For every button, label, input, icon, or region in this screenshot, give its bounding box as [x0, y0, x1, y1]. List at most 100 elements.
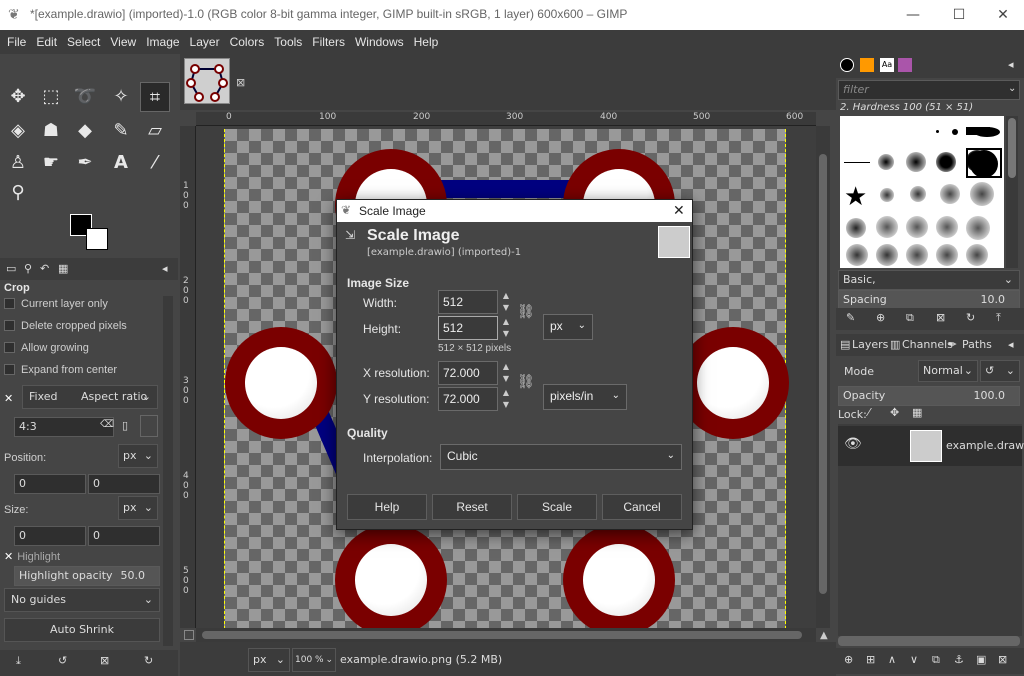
horizontal-scrollbar[interactable] — [196, 628, 816, 642]
tool-options-scrollbar[interactable] — [163, 296, 173, 646]
clone-tool-icon[interactable]: ♙ — [3, 148, 33, 178]
reset-options-icon[interactable]: ↻ — [144, 654, 153, 667]
expand-center-checkbox[interactable]: Expand from center — [4, 364, 160, 376]
move-tool-icon[interactable]: ✥ — [3, 82, 33, 112]
spacing-slider[interactable]: Spacing 10.0 — [838, 290, 1020, 310]
highlight-checkbox[interactable]: ✕ Highlight — [4, 550, 160, 563]
color-picker-tool-icon[interactable]: ⁄ — [140, 148, 170, 178]
brush-as-image-icon[interactable]: ⤒ — [996, 311, 1001, 325]
position-x-input[interactable]: 0 — [14, 474, 86, 494]
new-layer-group-icon[interactable]: ⊞ — [866, 653, 875, 666]
lasso-tool-icon[interactable]: ➰ — [70, 82, 100, 112]
position-y-input[interactable]: 0 — [88, 474, 160, 494]
delete-cropped-checkbox[interactable]: Delete cropped pixels — [4, 320, 160, 332]
duplicate-brush-icon[interactable]: ⧉ — [906, 311, 914, 325]
brush-preset-select[interactable]: Basic, ⌄ — [838, 270, 1020, 290]
vertical-scrollbar[interactable] — [816, 126, 830, 628]
tab-paths[interactable]: Paths — [962, 338, 992, 351]
scale-button[interactable]: Scale — [517, 494, 597, 520]
image-tab-thumbnail[interactable] — [184, 58, 230, 104]
bucket-fill-tool-icon[interactable]: ◆ — [70, 116, 100, 146]
menu-tools[interactable]: Tools — [269, 30, 307, 54]
device-status-tab-icon[interactable]: ⚲ — [24, 262, 32, 275]
y-resolution-input[interactable]: 72.000 — [438, 387, 498, 411]
x-resolution-spinner[interactable]: ▲ ▼ — [499, 361, 513, 385]
paths-tool-icon[interactable]: ✒ — [70, 148, 100, 178]
duplicate-layer-icon[interactable]: ⧉ — [932, 653, 940, 667]
document-history-tab-icon[interactable] — [898, 58, 912, 72]
delete-brush-icon[interactable]: ⊠ — [936, 311, 945, 324]
reset-button[interactable]: Reset — [432, 494, 512, 520]
smudge-tool-icon[interactable]: ☛ — [36, 148, 66, 178]
restore-options-icon[interactable]: ↺ — [58, 654, 67, 667]
menu-image[interactable]: Image — [141, 30, 184, 54]
portrait-icon[interactable]: ▯ — [122, 419, 128, 432]
width-input[interactable]: 512 — [438, 290, 498, 314]
minimize-button[interactable]: — — [898, 4, 928, 26]
allow-growing-checkbox[interactable]: Allow growing — [4, 342, 160, 354]
resolution-unit-select[interactable]: pixels/in ⌄ — [543, 384, 627, 410]
anchor-layer-icon[interactable]: ⚓ — [954, 653, 964, 666]
menu-edit[interactable]: Edit — [31, 30, 62, 54]
layers-hscrollbar[interactable] — [838, 636, 1020, 646]
transform-tool-icon[interactable]: ◈ — [3, 116, 33, 146]
lower-layer-icon[interactable]: ∨ — [910, 653, 918, 666]
help-button[interactable]: Help — [347, 494, 427, 520]
layer-composite-select[interactable]: ↺ ⌄ — [980, 360, 1020, 382]
guides-select[interactable]: No guides ⌄ — [4, 588, 160, 612]
height-input[interactable]: 512 — [438, 316, 498, 340]
fonts-tab-icon[interactable]: Aa — [880, 58, 894, 72]
current-layer-only-checkbox[interactable]: Current layer only — [4, 298, 160, 310]
undo-history-tab-icon[interactable]: ↶ — [40, 262, 49, 275]
chain-link-icon[interactable]: ⛓ — [517, 374, 535, 390]
x-resolution-input[interactable]: 72.000 — [438, 361, 498, 385]
configure-tab-icon[interactable]: ◂ — [1008, 58, 1014, 71]
close-button[interactable]: ✕ — [988, 4, 1018, 26]
layer-row[interactable]: 👁 example.drawio — [838, 426, 1024, 466]
layer-mode-select[interactable]: Normal ⌄ — [918, 360, 978, 382]
edit-brush-icon[interactable]: ✎ — [846, 311, 855, 324]
eraser-tool-icon[interactable]: ▱ — [140, 116, 170, 146]
menu-layer[interactable]: Layer — [185, 30, 225, 54]
size-height-input[interactable]: 0 — [88, 526, 160, 546]
menu-colors[interactable]: Colors — [225, 30, 270, 54]
landscape-icon[interactable] — [140, 415, 158, 437]
highlight-opacity-slider[interactable]: Highlight opacity 50.0 — [14, 566, 160, 586]
interpolation-select[interactable]: Cubic ⌄ — [440, 444, 682, 470]
dialog-close-button[interactable]: ✕ — [673, 202, 685, 219]
brush-grid-scrollbar[interactable] — [1006, 116, 1018, 268]
tool-options-tab-icon[interactable]: ▭ — [6, 262, 16, 275]
zoom-tool-icon[interactable]: ⚲ — [3, 178, 33, 208]
warp-tool-icon[interactable]: ☗ — [36, 116, 66, 146]
navigate-icon[interactable]: ▲ — [820, 630, 828, 641]
text-tool-icon[interactable]: A — [106, 148, 136, 178]
menu-file[interactable]: File — [2, 30, 31, 54]
brush-filter-input[interactable]: filter — [838, 80, 1020, 100]
height-spinner[interactable]: ▲ ▼ — [499, 316, 513, 340]
fixed-check-icon[interactable]: ✕ — [4, 392, 13, 405]
mask-layer-icon[interactable]: ▣ — [976, 653, 986, 666]
clear-ratio-icon[interactable]: ⌫ — [100, 419, 114, 430]
position-unit-select[interactable]: px ⌄ — [118, 444, 158, 468]
layer-name[interactable]: example.drawio — [946, 439, 1024, 452]
patterns-tab-icon[interactable] — [860, 58, 874, 72]
width-spinner[interactable]: ▲ ▼ — [499, 290, 513, 314]
new-brush-icon[interactable]: ⊕ — [876, 311, 885, 324]
menu-select[interactable]: Select — [62, 30, 105, 54]
menu-help[interactable]: Help — [409, 30, 444, 54]
quick-mask-icon[interactable] — [184, 630, 194, 640]
delete-layer-icon[interactable]: ⊠ — [998, 653, 1007, 666]
size-unit-select[interactable]: px ⌄ — [543, 314, 593, 340]
configure-tab-icon[interactable]: ◂ — [1008, 338, 1014, 351]
aspect-ratio-input[interactable]: 4:3 — [14, 417, 114, 437]
raise-layer-icon[interactable]: ∧ — [888, 653, 896, 666]
unit-select[interactable]: px ⌄ — [248, 648, 290, 672]
crop-tool-icon[interactable]: ⌗ — [140, 82, 170, 112]
lock-position-icon[interactable]: ✥ — [890, 406, 899, 419]
fuzzy-select-tool-icon[interactable]: ✧ — [106, 82, 136, 112]
images-tab-icon[interactable]: ▦ — [58, 262, 68, 275]
chain-link-icon[interactable]: ⛓ — [517, 304, 535, 320]
configure-tab-icon[interactable]: ◂ — [162, 262, 168, 275]
rect-select-tool-icon[interactable]: ⬚ — [36, 82, 66, 112]
y-resolution-spinner[interactable]: ▲ ▼ — [499, 387, 513, 411]
